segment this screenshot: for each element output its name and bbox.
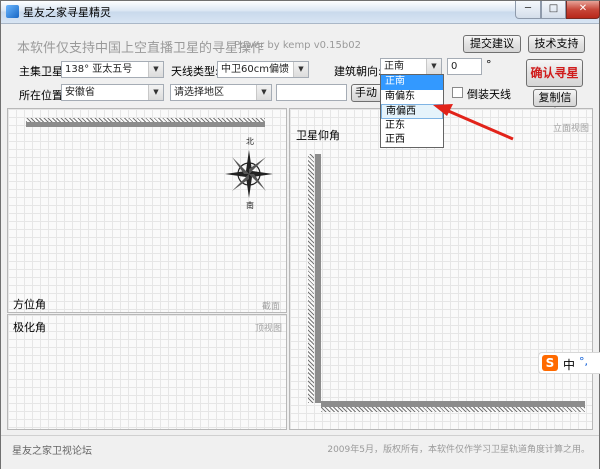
north-label: 北: [246, 137, 254, 146]
satellite-select[interactable]: 138° 亚太五号 ▼: [61, 61, 164, 78]
compass-rose-icon: 北 南: [222, 137, 276, 210]
chevron-down-icon: ▼: [426, 59, 441, 74]
dropdown-option[interactable]: 南偏东: [381, 90, 443, 105]
angle-input[interactable]: 0: [447, 58, 482, 75]
dropdown-option[interactable]: 正西: [381, 133, 443, 148]
facing-label: 建筑朝向:: [334, 65, 382, 78]
elevation-panel: 卫星仰角 立面视图: [289, 108, 593, 430]
wall-bar: [26, 122, 265, 127]
south-label: 南: [246, 201, 254, 210]
facing-select-value: 正南: [384, 61, 404, 72]
app-window: 星友之家寻星精灵 ─ □ ✕ 本软件仅支持中国上空直播卫星的寻星操作 Power…: [0, 0, 600, 469]
copy-info-button[interactable]: 复制信息: [533, 89, 577, 120]
chevron-down-icon: ▼: [293, 62, 308, 77]
dropdown-option[interactable]: 正东: [381, 119, 443, 134]
close-button[interactable]: ✕: [566, 1, 600, 19]
angle-unit: °: [486, 58, 492, 71]
sogou-logo-icon: S: [542, 355, 558, 371]
elevation-label: 卫星仰角: [296, 129, 340, 142]
province-select-value: 安徽省: [65, 87, 95, 98]
copyright-text: 2009年5月，版权所有，本软件仅作学习卫星轨道角度计算之用。: [327, 445, 590, 455]
satellite-select-value: 138° 亚太五号: [65, 64, 133, 75]
polarization-label: 极化角: [13, 321, 46, 334]
wall-hatch: [308, 154, 314, 403]
wall-bar: [315, 154, 321, 403]
elevation-view-tag: 立面视图: [553, 124, 590, 134]
facing-dropdown-list: 正南 南偏东 南偏西 正东 正西: [380, 74, 444, 148]
status-bar: 星友之家卫视论坛 2009年5月，版权所有，本软件仅作学习卫星轨道角度计算之用。: [1, 435, 599, 469]
floor-hatch: [321, 407, 585, 412]
submit-suggestion-button[interactable]: 提交建议: [463, 35, 521, 53]
chevron-down-icon: ▼: [148, 62, 163, 77]
confirm-search-button[interactable]: 确认寻星: [526, 59, 583, 87]
window-title: 星友之家寻星精灵: [23, 6, 111, 19]
app-icon: [6, 5, 19, 18]
top-view-tag: 顶视图: [255, 324, 283, 334]
ime-mode[interactable]: 中: [563, 356, 575, 373]
region-select[interactable]: 请选择地区 ▼: [170, 84, 272, 101]
chevron-down-icon: ▼: [148, 85, 163, 100]
region-select-value: 请选择地区: [174, 87, 224, 98]
azimuth-label: 方位角: [13, 298, 46, 311]
antenna-label: 天线类型:: [171, 65, 219, 78]
location-label: 所在位置:: [19, 89, 67, 102]
dropdown-option[interactable]: 南偏西: [381, 104, 443, 119]
ime-punctuation[interactable]: °,: [579, 355, 588, 368]
province-select[interactable]: 安徽省 ▼: [61, 84, 164, 101]
banner-text: 本软件仅支持中国上空直播卫星的寻星操作: [17, 41, 265, 56]
chevron-down-icon: ▼: [256, 85, 271, 100]
tech-support-button[interactable]: 技术支持: [528, 35, 585, 53]
antenna-select[interactable]: 中卫60cm偏馈 ▼: [217, 61, 309, 78]
antenna-select-value: 中卫60cm偏馈: [221, 64, 289, 75]
manual-location-input[interactable]: [276, 84, 347, 101]
flip-antenna-label: 倒装天线: [467, 88, 511, 101]
dropdown-option[interactable]: 正南: [381, 75, 443, 90]
satellite-label: 主集卫星:: [19, 65, 67, 78]
forum-link[interactable]: 星友之家卫视论坛: [12, 442, 92, 457]
version-text: Power by kemp v0.15b02: [234, 40, 361, 51]
ime-toolbar[interactable]: S 中 °,: [538, 352, 600, 374]
title-bar: 星友之家寻星精灵 ─ □ ✕: [1, 1, 600, 24]
polarization-panel: 极化角 顶视图: [7, 314, 287, 430]
minimize-button[interactable]: ─: [515, 1, 541, 19]
maximize-button[interactable]: □: [541, 1, 566, 19]
facing-select[interactable]: 正南 ▼: [380, 58, 442, 75]
section-tag: 截面: [262, 302, 281, 312]
flip-antenna-checkbox[interactable]: [452, 87, 463, 98]
